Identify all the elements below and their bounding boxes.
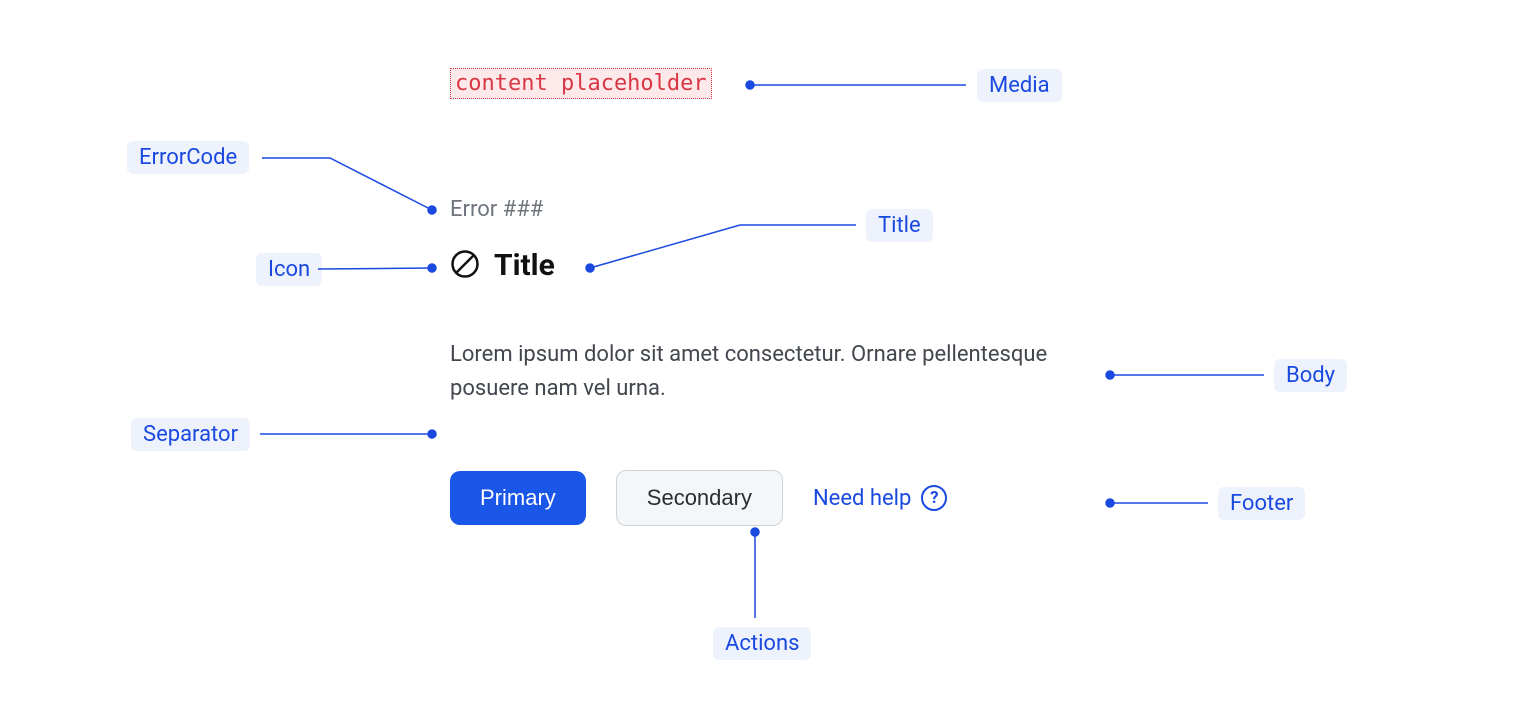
help-circle-icon: ? (921, 485, 947, 511)
annotation-title: Title (866, 209, 933, 242)
annotation-separator: Separator (131, 418, 250, 451)
footer-link-text: Need help (813, 486, 911, 511)
annotation-media: Media (977, 69, 1062, 102)
annotation-errorcode: ErrorCode (127, 141, 249, 174)
footer-help-link[interactable]: Need help ? (813, 485, 947, 511)
primary-button[interactable]: Primary (450, 471, 586, 525)
annotation-body: Body (1274, 359, 1347, 392)
actions-row: Primary Secondary Need help ? (450, 470, 947, 526)
body-text: Lorem ipsum dolor sit amet consectetur. … (450, 338, 1090, 406)
annotation-icon: Icon (256, 253, 322, 286)
annotation-actions: Actions (713, 627, 811, 660)
annotation-footer: Footer (1218, 487, 1305, 520)
secondary-button[interactable]: Secondary (616, 470, 783, 526)
title-row: Title (450, 248, 555, 283)
error-code-text: Error ### (450, 197, 543, 222)
prohibit-icon (450, 249, 480, 283)
title-text: Title (494, 248, 555, 283)
media-content-placeholder: content placeholder (450, 68, 712, 99)
